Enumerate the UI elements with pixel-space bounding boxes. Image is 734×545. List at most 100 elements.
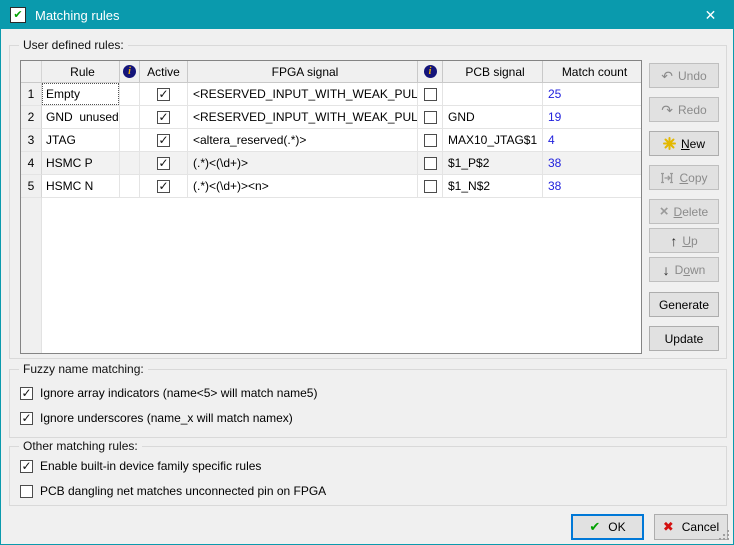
fpga-flag-checkbox[interactable] <box>424 111 437 124</box>
check-icon: ✓ <box>21 387 31 399</box>
down-button[interactable]: ↓ Down <box>649 257 719 282</box>
row-number: 2 <box>21 106 42 129</box>
row-number: 1 <box>21 83 42 106</box>
ignore-array-indicators-checkbox[interactable]: ✓ <box>20 387 33 400</box>
table-row: 2 GND unused ✓ <RESERVED_INPUT_WITH_WEAK… <box>21 106 641 129</box>
ok-check-icon: ✔ <box>589 519 600 535</box>
active-cell: ✓ <box>140 175 188 198</box>
fpga-signal-cell[interactable]: (.*)<(\d+)><n> <box>188 175 418 198</box>
match-count-cell: 19 <box>543 106 641 129</box>
rule-name-cell[interactable]: JTAG <box>42 129 120 152</box>
pcb-dangling-net-checkbox[interactable] <box>20 485 33 498</box>
column-header-index <box>21 61 42 83</box>
arrow-down-icon: ↓ <box>663 263 670 277</box>
active-checkbox[interactable]: ✓ <box>157 180 170 193</box>
group-fuzzy-name-matching: Fuzzy name matching: ✓ Ignore array indi… <box>9 369 727 438</box>
rule-info-cell <box>120 152 140 175</box>
fpga-signal-cell[interactable]: <RESERVED_INPUT_WITH_WEAK_PULLUP> <box>188 106 418 129</box>
match-count-cell: 25 <box>543 83 641 106</box>
new-button[interactable]: New <box>649 131 719 156</box>
option-ignore-underscores: ✓ Ignore underscores (name_x will match … <box>20 411 293 425</box>
arrow-up-icon: ↑ <box>670 234 677 248</box>
pcb-signal-cell[interactable]: $1_P$2 <box>443 152 543 175</box>
check-icon: ✓ <box>158 180 168 192</box>
column-header-fpga-info: i <box>418 61 443 83</box>
option-enable-builtin-rules: ✓ Enable built-in device family specific… <box>20 459 261 473</box>
fpga-flag-cell <box>418 83 443 106</box>
fpga-flag-checkbox[interactable] <box>424 134 437 147</box>
redo-button[interactable]: ↷ Redo <box>649 97 719 122</box>
close-icon: ✕ <box>705 7 717 24</box>
rule-name-cell[interactable]: Empty <box>42 83 120 106</box>
active-checkbox[interactable]: ✓ <box>157 157 170 170</box>
close-button[interactable]: ✕ <box>688 1 733 29</box>
copy-button[interactable]: Copy <box>649 165 719 190</box>
undo-button[interactable]: ↶ Undo <box>649 63 719 88</box>
check-icon: ✓ <box>21 412 31 424</box>
fpga-flag-cell <box>418 129 443 152</box>
ok-button[interactable]: ✔ OK <box>571 514 644 540</box>
check-icon: ✓ <box>21 460 31 472</box>
fpga-signal-cell[interactable]: <RESERVED_INPUT_WITH_WEAK_PULLUP> <box>188 83 418 106</box>
option-pcb-dangling-net: PCB dangling net matches unconnected pin… <box>20 484 326 498</box>
delete-button[interactable]: × Delete <box>649 199 719 224</box>
table-header-row: Rule i Active FPGA signal i PCB signal M… <box>21 61 641 83</box>
pcb-signal-cell[interactable]: GND <box>443 106 543 129</box>
rule-name-cell[interactable]: HSMC N <box>42 175 120 198</box>
group-label: User defined rules: <box>19 38 128 52</box>
check-icon: ✓ <box>158 157 168 169</box>
rules-table: Rule i Active FPGA signal i PCB signal M… <box>20 60 642 354</box>
table-row: 3 JTAG ✓ <altera_reserved(.*)> MAX10_JTA… <box>21 129 641 152</box>
rule-info-cell <box>120 83 140 106</box>
column-header-fpga-signal: FPGA signal <box>188 61 418 83</box>
match-count-cell: 38 <box>543 175 641 198</box>
active-checkbox[interactable]: ✓ <box>157 134 170 147</box>
table-row: 1 Empty ✓ <RESERVED_INPUT_WITH_WEAK_PULL… <box>21 83 641 106</box>
rule-name-cell[interactable]: HSMC P <box>42 152 120 175</box>
ignore-underscores-checkbox[interactable]: ✓ <box>20 412 33 425</box>
matching-rules-dialog: ✔ Matching rules ✕ User defined rules: R… <box>0 0 734 545</box>
pcb-signal-cell[interactable]: MAX10_JTAG$1 <box>443 129 543 152</box>
group-label: Other matching rules: <box>19 439 142 453</box>
column-header-rule: Rule <box>42 61 120 83</box>
check-icon: ✓ <box>158 134 168 146</box>
new-star-icon <box>663 137 676 150</box>
copy-icon <box>660 172 674 184</box>
enable-builtin-rules-checkbox[interactable]: ✓ <box>20 460 33 473</box>
active-cell: ✓ <box>140 152 188 175</box>
fpga-flag-checkbox[interactable] <box>424 157 437 170</box>
active-checkbox[interactable]: ✓ <box>157 111 170 124</box>
fpga-flag-cell <box>418 106 443 129</box>
info-icon: i <box>424 65 437 78</box>
column-header-match-count: Match count <box>543 61 641 83</box>
fpga-flag-checkbox[interactable] <box>424 88 437 101</box>
up-button[interactable]: ↑ Up <box>649 228 719 253</box>
rule-name-cell[interactable]: GND unused <box>42 106 120 129</box>
table-row: 4 HSMC P ✓ (.*)<(\d+)> $1_P$2 38 <box>21 152 641 175</box>
green-check-icon: ✔ <box>13 10 22 21</box>
match-count-cell: 38 <box>543 152 641 175</box>
resize-grip[interactable] <box>719 530 729 540</box>
fpga-flag-cell <box>418 175 443 198</box>
active-cell: ✓ <box>140 106 188 129</box>
row-number: 4 <box>21 152 42 175</box>
active-cell: ✓ <box>140 83 188 106</box>
match-count-cell: 4 <box>543 129 641 152</box>
titlebar: ✔ Matching rules ✕ <box>1 1 733 29</box>
fpga-signal-cell[interactable]: <altera_reserved(.*)> <box>188 129 418 152</box>
active-checkbox[interactable]: ✓ <box>157 88 170 101</box>
rule-info-cell <box>120 129 140 152</box>
row-number: 3 <box>21 129 42 152</box>
column-header-pcb-signal: PCB signal <box>443 61 543 83</box>
undo-icon: ↶ <box>661 69 673 83</box>
fpga-flag-checkbox[interactable] <box>424 180 437 193</box>
pcb-signal-cell[interactable] <box>443 83 543 106</box>
rule-info-cell <box>120 106 140 129</box>
generate-button[interactable]: Generate <box>649 292 719 317</box>
update-button[interactable]: Update <box>649 326 719 351</box>
fpga-signal-cell[interactable]: (.*)<(\d+)> <box>188 152 418 175</box>
info-icon: i <box>123 65 136 78</box>
cancel-button[interactable]: ✖ Cancel <box>654 514 728 540</box>
pcb-signal-cell[interactable]: $1_N$2 <box>443 175 543 198</box>
rule-info-cell <box>120 175 140 198</box>
